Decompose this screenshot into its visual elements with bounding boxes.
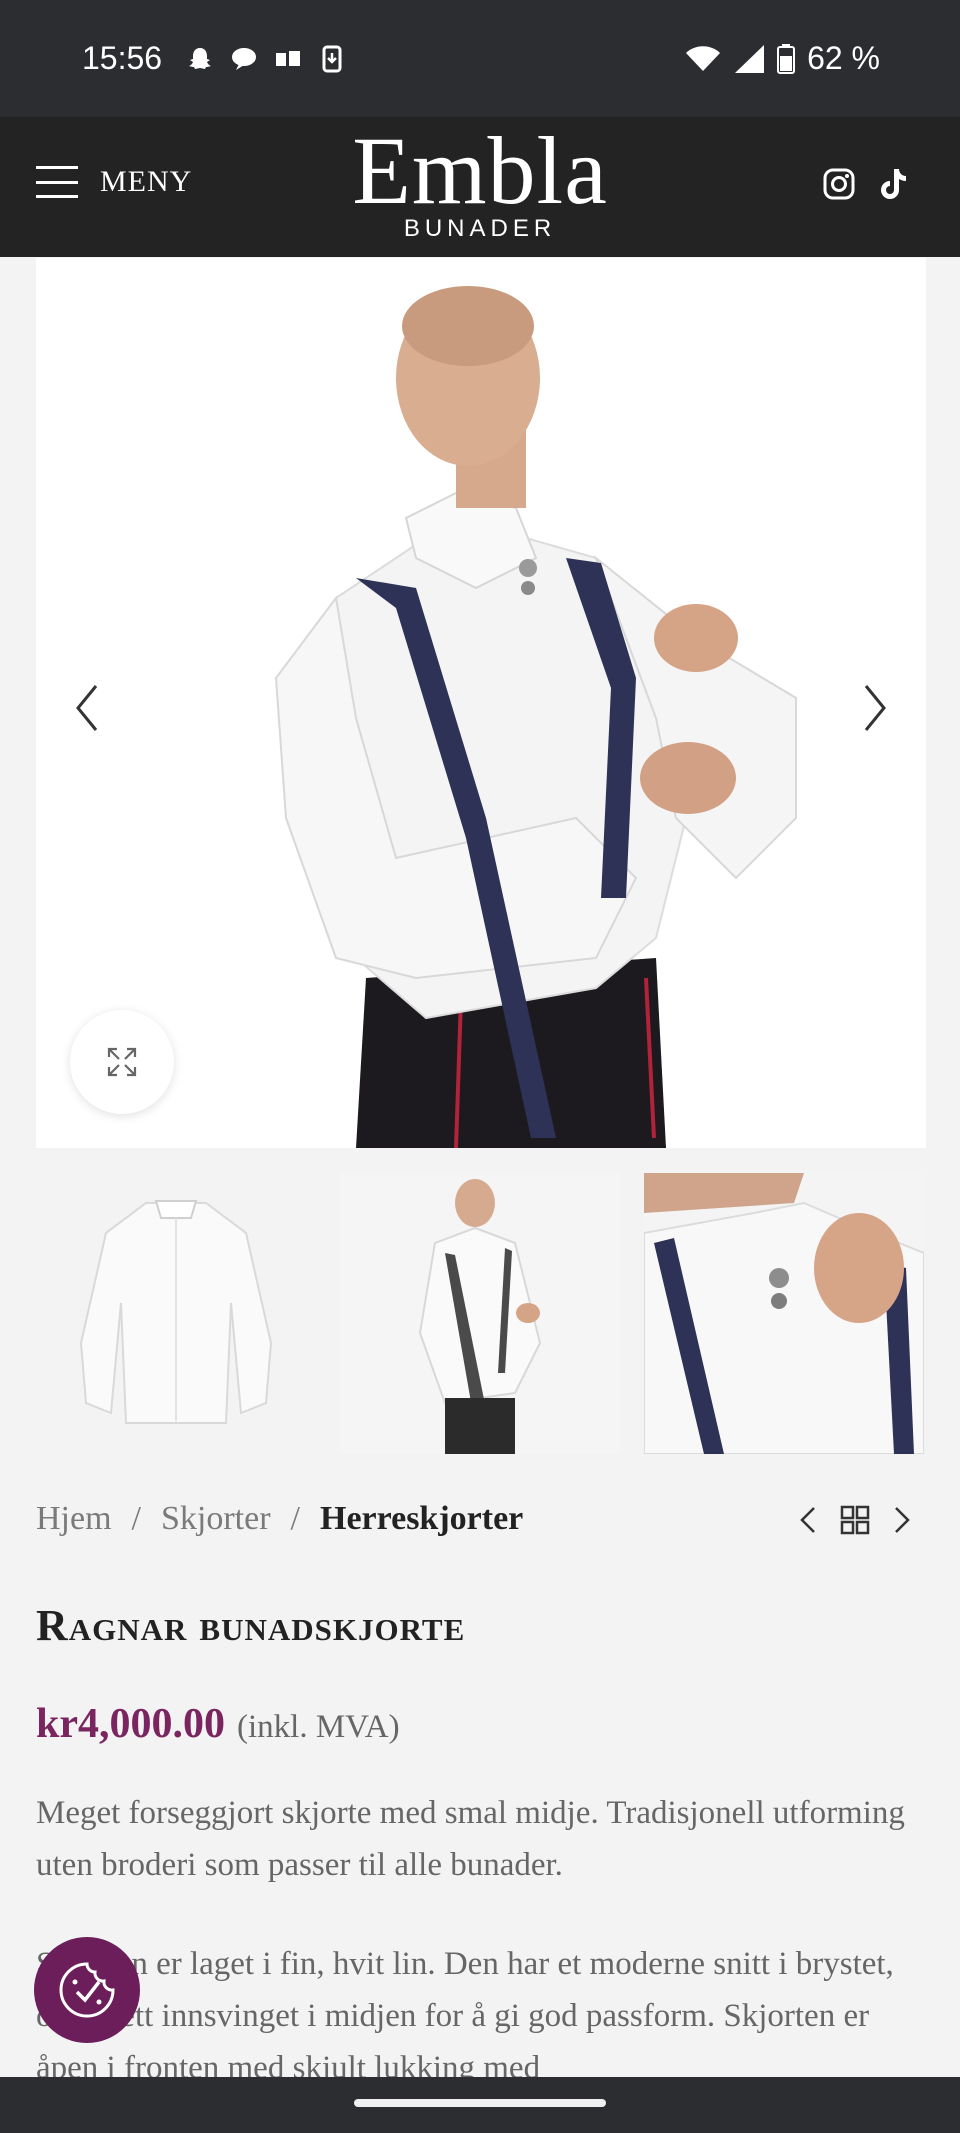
expand-icon (107, 1047, 137, 1077)
site-header: MENY Embla BUNADER (0, 117, 960, 257)
product-photo (36, 258, 926, 1148)
man-wearing-shirt-thumbnail (340, 1173, 620, 1454)
site-logo[interactable]: Embla BUNADER (330, 121, 630, 243)
battery-percent: 62 % (807, 40, 880, 76)
thumbnail-2[interactable] (340, 1173, 620, 1454)
product-description-2: Skjorten er laget i fin, hvit lin. Den h… (36, 1946, 894, 2086)
signal-icon (735, 44, 765, 73)
menu-button[interactable]: MENY (36, 165, 192, 199)
notification-icons (185, 44, 347, 74)
status-bar: 15:56 62 % (0, 0, 960, 117)
breadcrumb-separator: / (131, 1500, 141, 1537)
home-indicator[interactable] (354, 2099, 606, 2107)
shirt-front-thumbnail (36, 1173, 316, 1454)
system-status: 62 % (685, 40, 880, 77)
next-image-arrow-icon[interactable] (856, 678, 896, 738)
price-row: kr4,000.00 (inkl. MVA) (36, 1700, 400, 1748)
breadcrumb-current: Herreskjorter (320, 1500, 524, 1537)
thumbnail-1[interactable] (36, 1173, 316, 1454)
next-product-icon[interactable] (892, 1505, 912, 1535)
fullscreen-button[interactable] (70, 1010, 174, 1114)
breadcrumb-separator: / (290, 1500, 300, 1537)
system-navigation-bar (0, 2077, 960, 2133)
download-icon (322, 45, 342, 73)
thumbnail-strip (36, 1173, 926, 1454)
logo-wordmark: Embla (352, 117, 608, 224)
menu-label: MENY (100, 165, 193, 198)
previous-product-icon[interactable] (798, 1505, 818, 1535)
snapchat-icon (189, 48, 211, 69)
instagram-icon[interactable] (822, 167, 856, 201)
app-icon (276, 51, 300, 66)
cookie-icon (59, 1962, 115, 2018)
collar-detail-thumbnail (644, 1173, 924, 1454)
product-main-image[interactable] (36, 258, 926, 1148)
wifi-icon (686, 45, 721, 71)
cookie-settings-button[interactable] (34, 1937, 140, 2043)
chat-icon (232, 48, 256, 70)
thumbnail-3[interactable] (644, 1173, 924, 1454)
product-title: Ragnar bunadskjorte (36, 1601, 466, 1650)
product-price: kr4,000.00 (36, 1701, 225, 1747)
breadcrumb-home[interactable]: Hjem (36, 1500, 112, 1538)
previous-image-arrow-icon[interactable] (66, 678, 106, 738)
product-navigation (798, 1505, 912, 1535)
product-description-1: Meget forseggjort skjorte med smal midje… (36, 1795, 905, 1883)
grid-icon[interactable] (840, 1505, 870, 1535)
vat-note: (inkl. MVA) (237, 1709, 400, 1745)
tiktok-icon[interactable] (878, 167, 910, 201)
breadcrumb: Hjem / Skjorter / Herreskjorter (36, 1500, 523, 1538)
hamburger-icon (36, 166, 78, 198)
status-time: 15:56 (82, 40, 163, 76)
social-links (822, 167, 910, 201)
battery-icon (777, 43, 796, 74)
breadcrumb-category[interactable]: Skjorter (161, 1500, 271, 1538)
